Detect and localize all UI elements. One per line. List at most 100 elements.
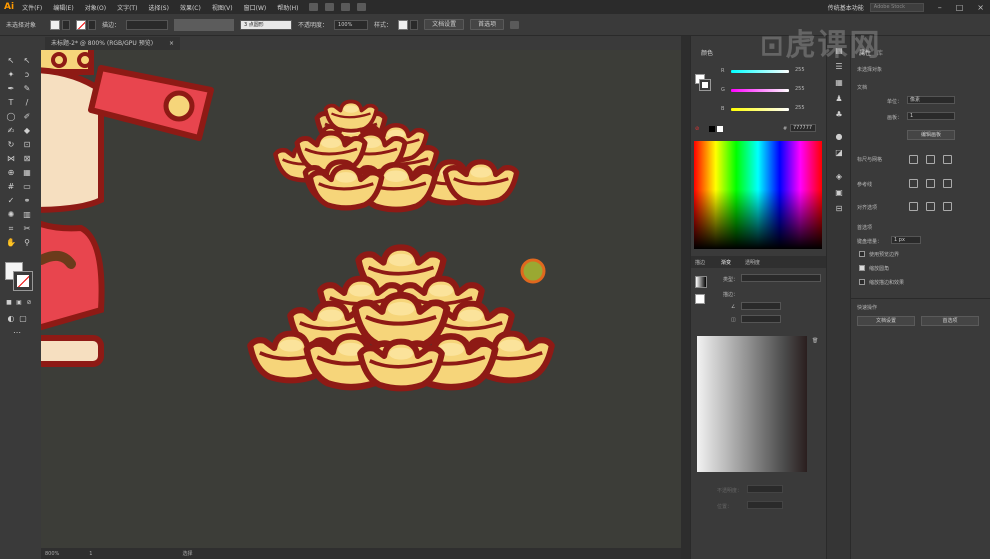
- edit-toolbar-icon[interactable]: ⋯: [12, 328, 22, 338]
- lasso-icon[interactable]: ↄ: [22, 70, 32, 80]
- none-mode-icon[interactable]: ⊘: [24, 298, 34, 308]
- magic-wand-icon[interactable]: ✦: [6, 70, 16, 80]
- white-swatch[interactable]: [717, 126, 723, 132]
- scale-strokes-checkbox[interactable]: [859, 279, 865, 285]
- document-tab[interactable]: 未标题-2* @ 800% (RGB/GPU 预览) ×: [45, 37, 181, 50]
- channel-r-slider[interactable]: [731, 70, 789, 73]
- libraries-icon[interactable]: ▦: [834, 78, 844, 88]
- arrange-icon[interactable]: [510, 20, 520, 29]
- smart-guides-icon[interactable]: [943, 179, 952, 188]
- artboard-tool-icon[interactable]: ⌗: [6, 224, 16, 234]
- menu-select[interactable]: 选择(S): [148, 3, 169, 12]
- style-dropdown[interactable]: [410, 19, 419, 30]
- appearance-icon[interactable]: ●: [834, 132, 844, 142]
- menu-type[interactable]: 文字(T): [117, 3, 137, 12]
- curvature-tool-icon[interactable]: ✎: [22, 84, 32, 94]
- links-icon[interactable]: ⊟: [834, 204, 844, 214]
- gradient-mode-icon[interactable]: ▣: [14, 298, 24, 308]
- gradient-fill-swatch[interactable]: [695, 294, 705, 304]
- hand-tool-icon[interactable]: ✋: [6, 238, 16, 248]
- ellipse-tool-icon[interactable]: ◯: [6, 112, 16, 122]
- minimize-icon[interactable]: –: [938, 3, 942, 12]
- quick-document-setup-button[interactable]: 文档设置: [857, 316, 915, 326]
- send-icon[interactable]: [357, 3, 367, 11]
- menu-help[interactable]: 帮助(H): [277, 3, 298, 12]
- direct-selection-tool-icon[interactable]: ↖: [22, 56, 32, 66]
- free-transform-icon[interactable]: ⊠: [22, 154, 32, 164]
- pixel-snap-icon[interactable]: [943, 202, 952, 211]
- gradient-type-dropdown[interactable]: [741, 274, 821, 282]
- scale-corners-checkbox[interactable]: [859, 265, 865, 271]
- grid-icon[interactable]: [341, 3, 351, 11]
- color-panel-title[interactable]: 颜色: [701, 48, 713, 57]
- channel-b-value[interactable]: 255: [795, 105, 805, 111]
- menu-object[interactable]: 对象(O): [85, 3, 106, 12]
- menu-view[interactable]: 视图(V): [212, 3, 233, 12]
- channel-r-value[interactable]: 255: [795, 67, 805, 73]
- stop-location-input[interactable]: [747, 501, 783, 509]
- stroke-color-box[interactable]: [13, 271, 33, 291]
- hex-input[interactable]: 777777: [790, 124, 816, 132]
- snap-to-grid-icon[interactable]: [926, 202, 935, 211]
- stock-search-input[interactable]: Adobe Stock: [869, 2, 924, 12]
- pen-tool-icon[interactable]: ✒: [6, 84, 16, 94]
- status-mode[interactable]: 选择: [182, 550, 192, 557]
- gradient-thumbnail[interactable]: [695, 276, 707, 288]
- channel-g-slider[interactable]: [731, 89, 789, 92]
- fill-dropdown[interactable]: [62, 19, 71, 30]
- line-tool-icon[interactable]: /: [22, 98, 32, 108]
- menu-window[interactable]: 窗口(W): [244, 3, 267, 12]
- artboards-icon[interactable]: ▣: [834, 188, 844, 198]
- panel-collapse-strip[interactable]: [681, 36, 690, 559]
- stroke-swatch[interactable]: [76, 19, 87, 30]
- close-tab-icon[interactable]: ×: [169, 40, 174, 47]
- edit-artboard-button[interactable]: 编辑画板: [907, 130, 955, 140]
- color-spectrum[interactable]: [694, 141, 822, 249]
- stroke-dropdown[interactable]: [88, 19, 97, 30]
- eraser-icon[interactable]: ◆: [22, 126, 32, 136]
- grid-toggle-icon[interactable]: [926, 155, 935, 164]
- selection-tool-icon[interactable]: ↖: [6, 56, 16, 66]
- snap-to-point-icon[interactable]: [909, 202, 918, 211]
- screen-mode-icon[interactable]: ▢: [18, 314, 28, 324]
- shape-builder-icon[interactable]: ⊕: [6, 168, 16, 178]
- color-stroke-swatch[interactable]: [699, 79, 711, 91]
- angle-input[interactable]: [741, 302, 781, 310]
- maximize-icon[interactable]: □: [956, 3, 964, 12]
- units-dropdown[interactable]: 像素: [907, 96, 955, 104]
- color-mode-icon[interactable]: ■: [4, 298, 14, 308]
- preview-bounds-checkbox[interactable]: [859, 251, 865, 257]
- stroke-weight-input[interactable]: [126, 19, 169, 30]
- rotate-tool-icon[interactable]: ↻: [6, 140, 16, 150]
- none-color-icon[interactable]: ⊘: [695, 126, 699, 132]
- shaper-tool-icon[interactable]: ✍: [6, 126, 16, 136]
- close-icon[interactable]: ×: [977, 3, 984, 12]
- puppet-icon[interactable]: ♟: [834, 94, 844, 104]
- zoom-level[interactable]: 800%: [45, 551, 59, 557]
- artboard-navigator[interactable]: 1: [89, 551, 92, 557]
- paintbrush-icon[interactable]: ✐: [22, 112, 32, 122]
- symbols-icon[interactable]: ♣: [834, 110, 844, 120]
- stop-opacity-input[interactable]: [747, 485, 783, 493]
- variable-width-profile[interactable]: [174, 18, 235, 31]
- eyedropper-icon[interactable]: ✓: [6, 196, 16, 206]
- perspective-grid-icon[interactable]: ▦: [22, 168, 32, 178]
- stock-icon[interactable]: [325, 3, 335, 11]
- aspect-input[interactable]: [741, 315, 781, 323]
- menu-file[interactable]: 文件(F): [22, 3, 42, 12]
- gradient-tool-icon[interactable]: ▭: [22, 182, 32, 192]
- quick-preferences-button[interactable]: 首选项: [921, 316, 979, 326]
- symbol-sprayer-icon[interactable]: ✺: [6, 210, 16, 220]
- tab-gradient[interactable]: 渐变: [721, 259, 731, 266]
- tab-transparency[interactable]: 透明度: [745, 259, 760, 266]
- canvas[interactable]: [41, 50, 681, 548]
- brush-definition[interactable]: 3 点圆形: [240, 19, 293, 30]
- opacity-input[interactable]: 100%: [334, 19, 369, 30]
- keyboard-increment-input[interactable]: 1 px: [891, 236, 921, 244]
- slice-tool-icon[interactable]: ✂: [22, 224, 32, 234]
- channel-g-value[interactable]: 255: [795, 86, 805, 92]
- draw-mode-icon[interactable]: ◐: [6, 314, 16, 324]
- transparency-grid-icon[interactable]: [943, 155, 952, 164]
- mesh-tool-icon[interactable]: #: [6, 182, 16, 192]
- scale-tool-icon[interactable]: ⊡: [22, 140, 32, 150]
